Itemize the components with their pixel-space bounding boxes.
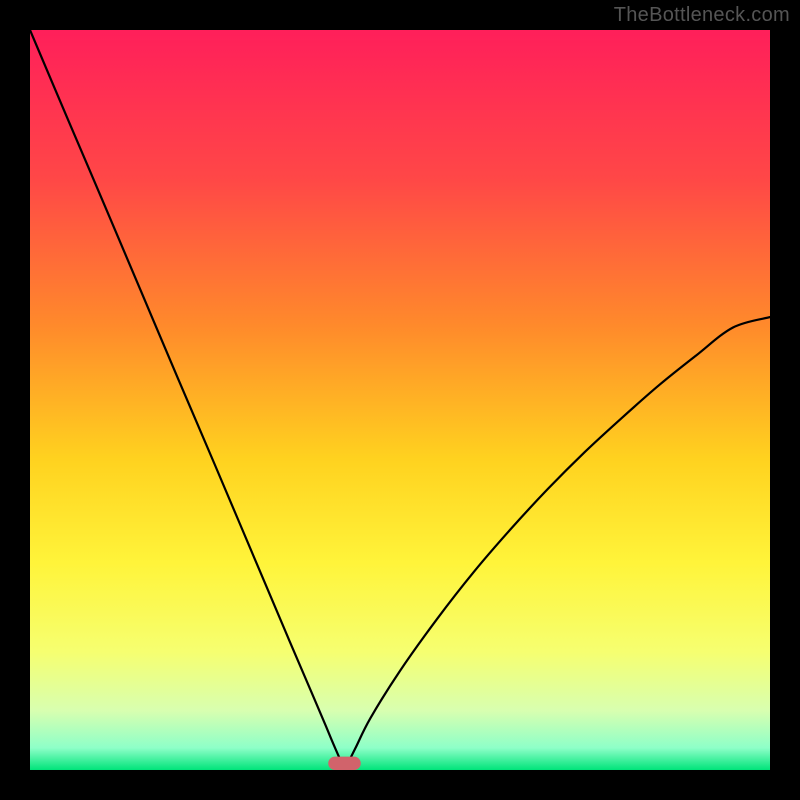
min-marker [328, 757, 361, 770]
plot-area [30, 30, 770, 770]
watermark-text: TheBottleneck.com [614, 4, 790, 27]
chart-container: TheBottleneck.com [0, 0, 800, 800]
gradient-background [30, 30, 770, 770]
chart-svg [30, 30, 770, 770]
